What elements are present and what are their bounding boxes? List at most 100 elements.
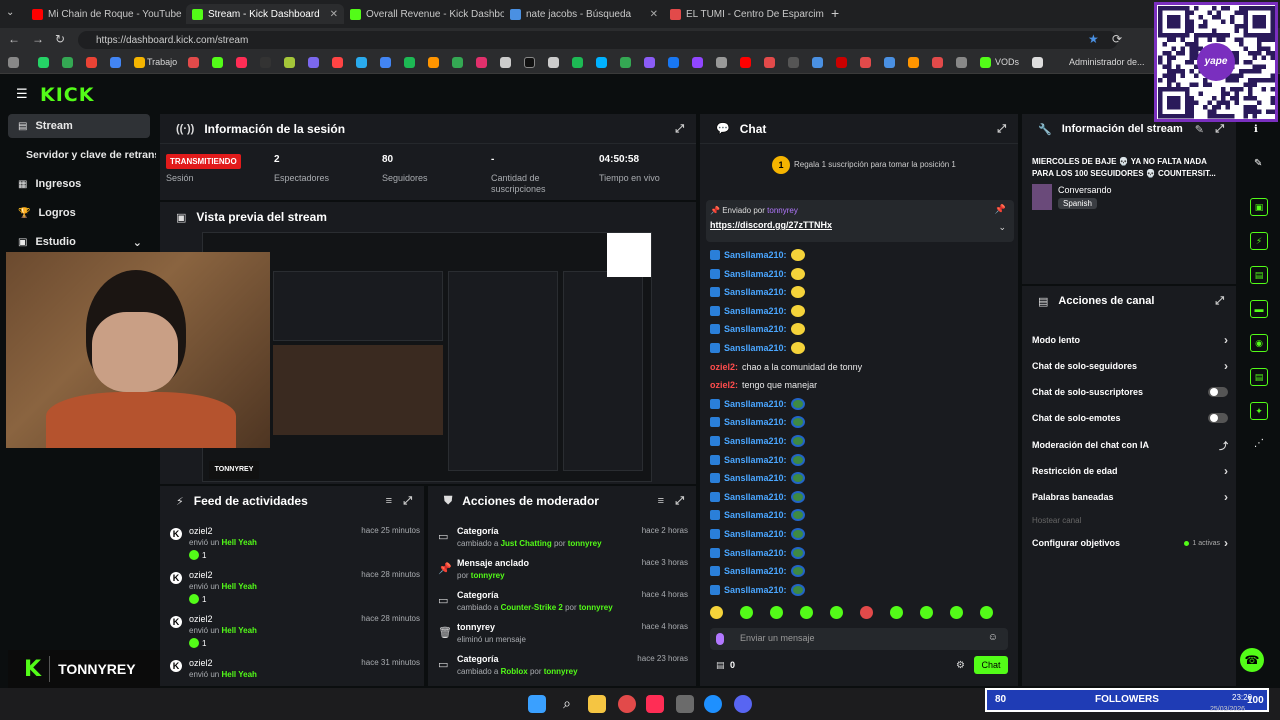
- chat-username[interactable]: Sansllama210:: [724, 529, 787, 539]
- bookmark-icon[interactable]: [284, 57, 295, 68]
- popout-icon[interactable]: ⤢: [675, 495, 684, 508]
- bookmark-vods[interactable]: VODs: [995, 57, 1019, 67]
- new-tab-button[interactable]: +: [831, 5, 839, 21]
- popout-icon[interactable]: ⤢: [675, 123, 684, 136]
- start-icon[interactable]: [528, 695, 546, 713]
- menu-icon[interactable]: ☰: [16, 86, 28, 102]
- emote-icon[interactable]: [710, 606, 723, 619]
- bookmark-icon[interactable]: [956, 57, 967, 68]
- action-age-restriction[interactable]: Restricción de edad ›: [1032, 463, 1228, 479]
- sidebar-item-server-key[interactable]: Servidor y clave de retransm: [8, 143, 156, 167]
- emote-icon[interactable]: [890, 606, 903, 619]
- sidebar-item-ingresos[interactable]: ▦ Ingresos: [8, 172, 150, 196]
- bookmark-icon[interactable]: [764, 57, 775, 68]
- kick-icon[interactable]: [980, 57, 991, 68]
- chat-username[interactable]: Sansllama210:: [724, 306, 787, 316]
- chat-username[interactable]: Sansllama210:: [724, 585, 787, 595]
- music-icon[interactable]: [236, 57, 247, 68]
- chat-username[interactable]: Sansllama210:: [724, 287, 787, 297]
- telegram-icon[interactable]: [356, 57, 367, 68]
- edit-icon[interactable]: ✎: [1195, 123, 1204, 136]
- emote-icon[interactable]: [800, 606, 813, 619]
- instagram-icon[interactable]: [476, 57, 487, 68]
- chat-username[interactable]: Sansllama210:: [724, 250, 787, 260]
- send-chat-button[interactable]: Chat: [974, 656, 1008, 674]
- bookmark-trabajo[interactable]: Trabajo: [147, 57, 177, 67]
- share-icon[interactable]: ⋰: [1254, 438, 1264, 449]
- chat-username[interactable]: Sansllama210:: [724, 510, 787, 520]
- chat-username[interactable]: oziel2:: [710, 362, 738, 372]
- bookmark-icon[interactable]: [884, 57, 895, 68]
- emote-icon[interactable]: [860, 606, 873, 619]
- action-ai-moderation[interactable]: Moderación del chat con IA ⤴: [1032, 437, 1228, 453]
- sidebar-item-stream[interactable]: ▤ Stream: [8, 114, 150, 138]
- tab-search[interactable]: nate jacobs - Búsqueda ✕: [504, 4, 664, 24]
- bookmark-icon[interactable]: [860, 57, 871, 68]
- bookmark-icon[interactable]: [908, 57, 919, 68]
- file-explorer-icon[interactable]: [588, 695, 606, 713]
- action-goals[interactable]: Configurar objetivos 1 activas ›: [1032, 535, 1228, 551]
- unpin-icon[interactable]: 📌: [995, 204, 1006, 215]
- chat-username[interactable]: Sansllama210:: [724, 492, 787, 502]
- bookmark-icon[interactable]: [1032, 57, 1043, 68]
- x-icon[interactable]: [524, 57, 535, 68]
- back-icon[interactable]: ←: [8, 32, 20, 46]
- bookmark-icon[interactable]: [500, 57, 511, 68]
- bookmark-icon[interactable]: [260, 57, 271, 68]
- whatsapp-icon[interactable]: [38, 57, 49, 68]
- pinned-link[interactable]: https://discord.gg/27zTTNHx: [710, 220, 832, 230]
- kick-icon[interactable]: [212, 57, 223, 68]
- chat-username[interactable]: Sansllama210:: [724, 548, 787, 558]
- filter-icon[interactable]: ≡: [386, 495, 392, 507]
- bookmark-admin[interactable]: Administrador de...: [1069, 57, 1145, 67]
- music-app-icon[interactable]: [646, 695, 664, 713]
- edit-icon[interactable]: ✎: [1254, 158, 1262, 169]
- facebook-icon[interactable]: [668, 57, 679, 68]
- chat-username[interactable]: oziel2:: [710, 380, 738, 390]
- tab-revenue[interactable]: Overall Revenue - Kick Dashboard✕: [344, 4, 504, 24]
- app-icon[interactable]: [676, 695, 694, 713]
- rail-lightning-icon[interactable]: ⚡: [1250, 232, 1268, 250]
- bookmark-icon[interactable]: [596, 57, 607, 68]
- chat-username[interactable]: Sansllama210:: [724, 324, 787, 334]
- bookmark-icon[interactable]: [8, 57, 19, 68]
- popout-icon[interactable]: ⤢: [1215, 295, 1224, 308]
- chat-input[interactable]: Enviar un mensaje ☺: [710, 628, 1008, 650]
- chat-username[interactable]: Sansllama210:: [724, 436, 787, 446]
- chat-username[interactable]: Sansllama210:: [724, 269, 787, 279]
- popout-icon[interactable]: ⤢: [1215, 123, 1224, 136]
- bookmark-icon[interactable]: [932, 57, 943, 68]
- bookmark-icon[interactable]: [836, 57, 847, 68]
- sidebar-item-logros[interactable]: 🏆 Logros: [8, 201, 150, 225]
- rail-chat-icon[interactable]: ▬: [1250, 300, 1268, 318]
- emoji-icon[interactable]: ☺: [988, 632, 998, 643]
- chat-username[interactable]: Sansllama210:: [724, 343, 787, 353]
- bookmark-icon[interactable]: [788, 57, 799, 68]
- gmail-icon[interactable]: [86, 57, 97, 68]
- tab-list-icon[interactable]: ⌄: [6, 7, 20, 21]
- chat-username[interactable]: Sansllama210:: [724, 566, 787, 576]
- rail-button-1[interactable]: ▣: [1250, 198, 1268, 216]
- bookmark-icon[interactable]: [332, 57, 343, 68]
- info-icon[interactable]: ℹ: [1254, 124, 1258, 135]
- tab-stream-dashboard[interactable]: Stream - Kick Dashboard ✕: [186, 4, 344, 24]
- drive-icon[interactable]: [62, 57, 73, 68]
- folder-icon[interactable]: [134, 57, 145, 68]
- youtube-icon[interactable]: [740, 57, 751, 68]
- edge-icon[interactable]: [704, 695, 722, 713]
- chat-username[interactable]: Sansllama210:: [724, 399, 787, 409]
- chat-username[interactable]: Sansllama210:: [724, 417, 787, 427]
- search-icon[interactable]: ⌕: [558, 695, 576, 713]
- refresh-icon[interactable]: ⟳: [1112, 32, 1122, 46]
- reload-icon[interactable]: ↻: [55, 32, 65, 46]
- bookmark-star-icon[interactable]: ★: [1088, 32, 1099, 46]
- chevron-down-icon[interactable]: ⌄: [998, 222, 1006, 233]
- bookmark-icon[interactable]: [548, 57, 559, 68]
- rail-broadcast-icon[interactable]: ◉: [1250, 334, 1268, 352]
- emote-icon[interactable]: [980, 606, 993, 619]
- action-slow-mode[interactable]: Modo lento ›: [1032, 332, 1228, 348]
- rail-wrench-icon[interactable]: ✦: [1250, 402, 1268, 420]
- action-banned-words[interactable]: Palabras baneadas ›: [1032, 489, 1228, 505]
- tab-youtube[interactable]: Mi Chain de Roque - YouTube✕: [26, 4, 186, 24]
- emotes-only-toggle[interactable]: [1208, 413, 1228, 423]
